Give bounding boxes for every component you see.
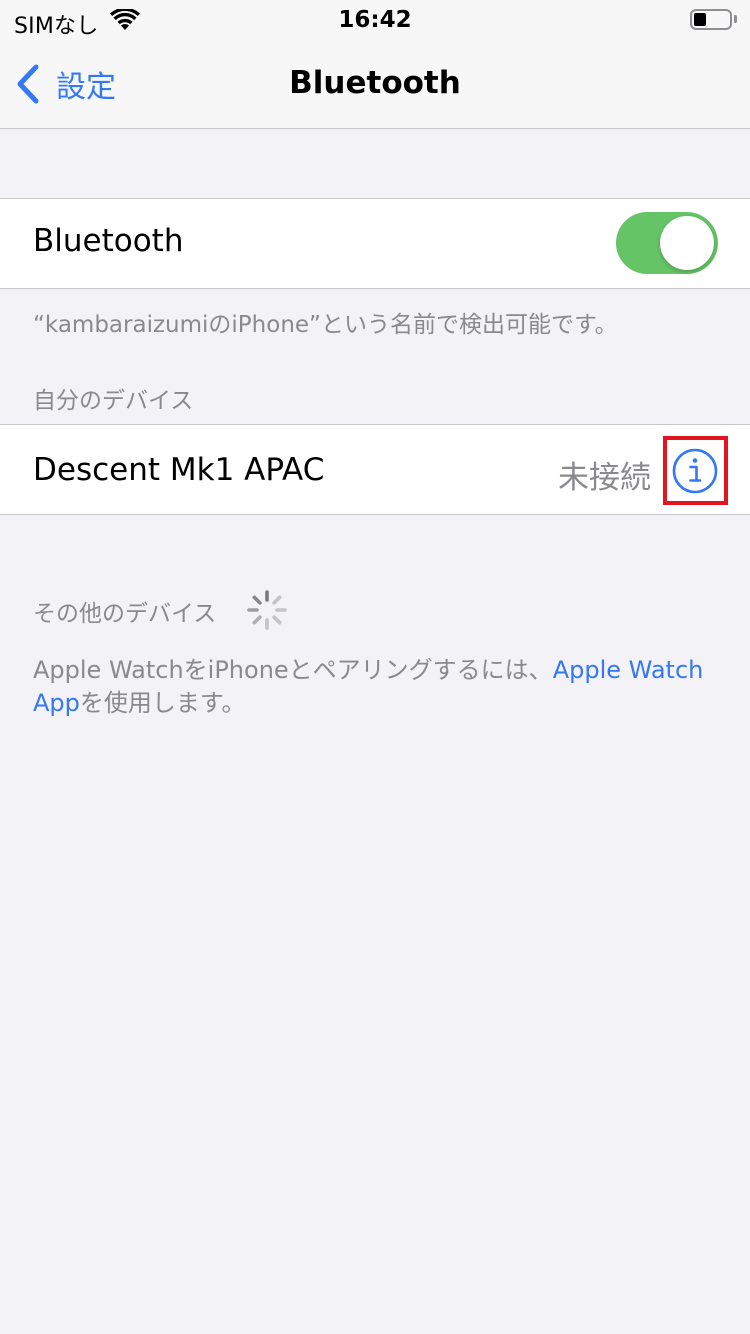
pairing-text-after: を使用します。 [79,689,246,717]
device-status: 未接続 [558,460,651,496]
my-devices-header: 自分のデバイス [33,388,194,414]
navigation-bar: 設定 Bluetooth [0,40,750,129]
info-circle-icon[interactable] [672,448,718,494]
pairing-instructions: Apple WatchをiPhoneとペアリングするには、Apple Watch… [33,654,723,720]
activity-spinner-icon [247,590,287,630]
discoverable-footer: “kambaraizumiのiPhone”という名前で検出可能です。 [33,312,618,338]
bluetooth-toggle-row: Bluetooth [0,198,750,289]
page-title: Bluetooth [289,65,461,101]
bluetooth-label: Bluetooth [33,223,184,259]
status-time: 16:42 [338,7,412,33]
bluetooth-settings-screen: SIMなし 16:42 設定 Bluetooth Bluetooth “kamb… [0,0,750,1334]
battery-level [694,13,706,26]
pairing-text-before: Apple WatchをiPhoneとペアリングするには、 [33,656,553,684]
toggle-knob [660,216,714,270]
other-devices-header: その他のデバイス [33,601,217,627]
bluetooth-toggle[interactable] [616,212,718,274]
battery-icon [690,9,732,30]
status-bar: SIMなし 16:42 [0,0,750,40]
device-row[interactable]: Descent Mk1 APAC 未接続 [0,424,750,515]
device-name: Descent Mk1 APAC [33,452,325,488]
battery-tip [734,15,737,23]
